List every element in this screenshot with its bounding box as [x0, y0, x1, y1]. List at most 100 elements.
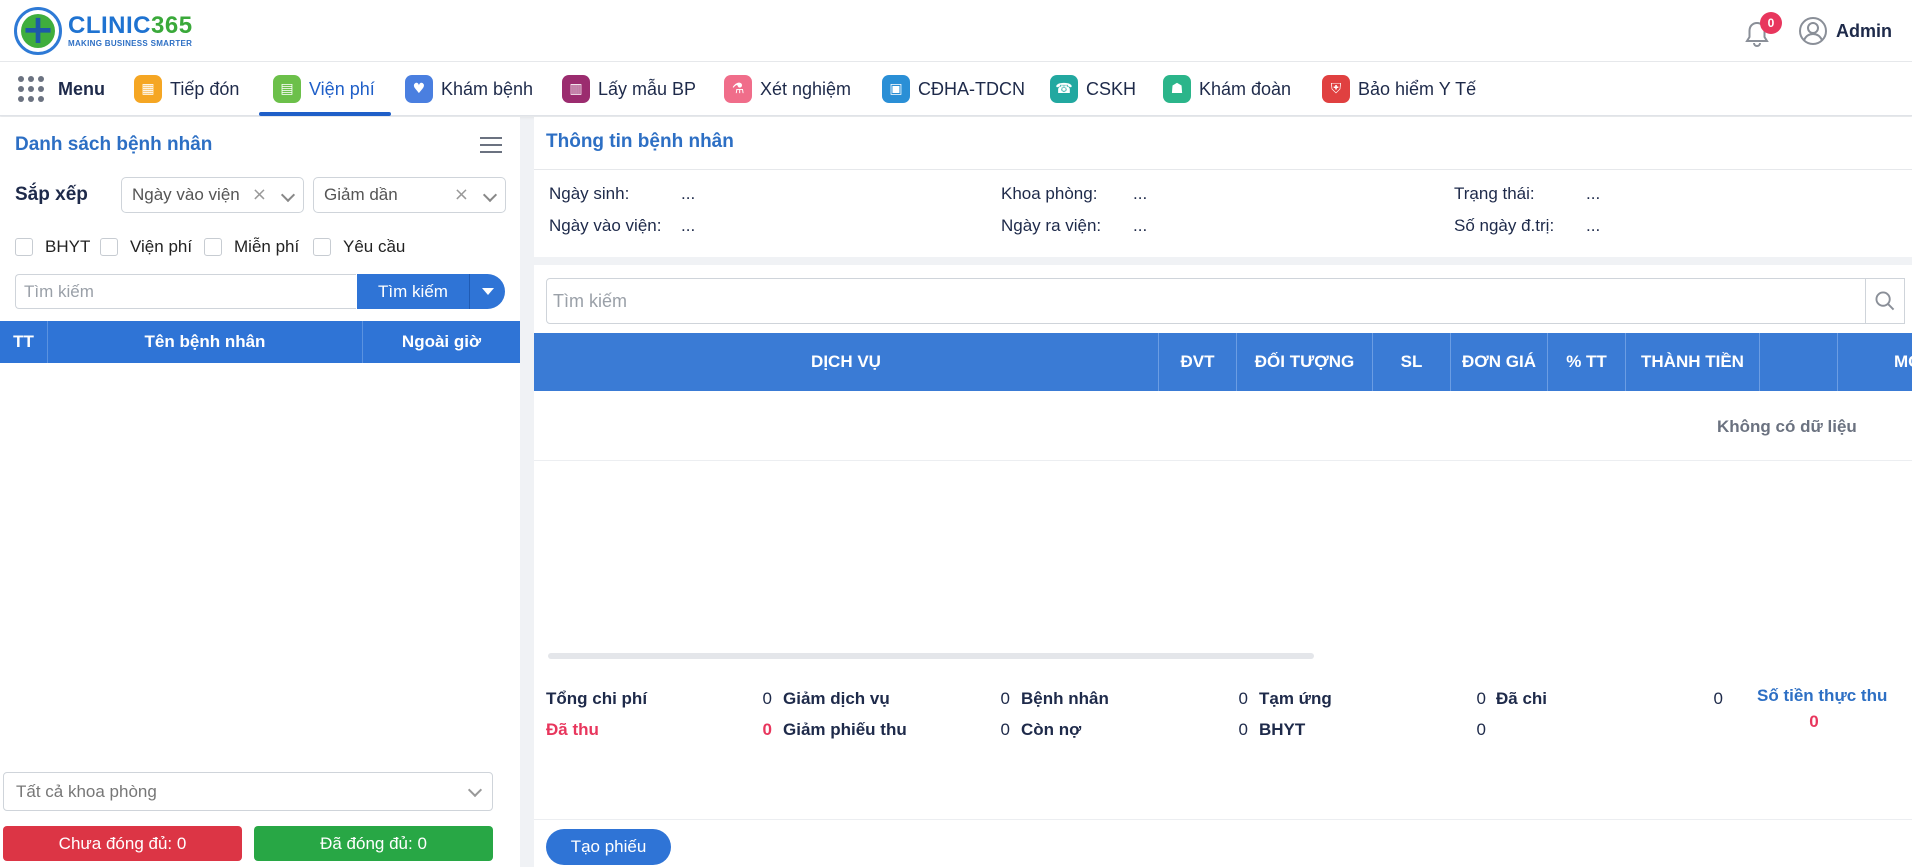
spent-value: 0 [1713, 689, 1723, 708]
shield-icon: ⛨ [1322, 75, 1350, 103]
col-amount[interactable]: THÀNH TIỀN [1626, 333, 1760, 391]
imaging-icon: ▣ [882, 75, 910, 103]
clear-icon[interactable]: × [252, 178, 267, 212]
notification-count-badge: 0 [1760, 12, 1782, 34]
apps-grid-icon [18, 76, 44, 102]
actual-collected-label: Số tiền thực thu [1757, 686, 1888, 705]
receipt-discount-label: Giảm phiếu thu [783, 720, 907, 739]
search-options-dropdown[interactable] [469, 274, 505, 309]
dept-value: ... [1133, 184, 1148, 203]
patient-list-title: Danh sách bệnh nhân [15, 134, 213, 155]
nav-lay-mau[interactable]: ▥ Lấy mẫu BP [562, 62, 696, 116]
service-table-header: DỊCH VỤ ĐVT ĐỐI TƯỢNG SL ĐƠN GIÁ % TT TH… [534, 333, 1912, 391]
discharge-date-label: Ngày ra viện: [1001, 216, 1102, 235]
checkbox[interactable] [313, 238, 331, 256]
col-mg[interactable]: MG [1838, 333, 1912, 391]
filter-vien-phi[interactable]: Viện phí [100, 237, 192, 257]
status-value: ... [1586, 184, 1601, 203]
treatment-days-label: Số ngày đ.trị: [1454, 216, 1555, 235]
clear-icon[interactable]: × [454, 178, 469, 212]
user-avatar-icon[interactable] [1798, 16, 1828, 46]
sample-icon: ▥ [562, 75, 590, 103]
col-object[interactable]: ĐỐI TƯỢNG [1237, 333, 1373, 391]
service-search-input[interactable]: Tìm kiếm [546, 278, 1875, 324]
col-tt[interactable]: TT [0, 321, 48, 363]
phone-icon: ☎ [1050, 75, 1078, 103]
actual-collected-value: 0 [1809, 712, 1819, 731]
patient-search-button[interactable]: Tìm kiếm [357, 274, 469, 309]
sort-label: Sắp xếp [15, 184, 88, 205]
debt-value: 0 [1238, 720, 1248, 739]
nav-xet-nghiem[interactable]: ⚗ Xét nghiệm [724, 62, 851, 116]
col-unit[interactable]: ĐVT [1159, 333, 1237, 391]
total-cost-value: 0 [762, 689, 772, 708]
group-icon: ☗ [1163, 75, 1191, 103]
filter-mien-phi[interactable]: Miễn phí [204, 237, 299, 257]
sort-field-select[interactable]: Ngày vào viện × [121, 177, 304, 213]
checkbox[interactable] [204, 238, 222, 256]
chevron-down-icon [482, 187, 498, 203]
nav-cskh[interactable]: ☎ CSKH [1050, 62, 1136, 116]
nav-vien-phi[interactable]: ▤ Viện phí [259, 62, 391, 116]
billing-icon: ▤ [273, 75, 301, 103]
col-blank[interactable] [1760, 333, 1838, 391]
treatment-days-value: ... [1586, 216, 1601, 235]
checkbox[interactable] [15, 238, 33, 256]
patient-info-title: Thông tin bệnh nhân [546, 131, 734, 152]
col-patient-name[interactable]: Tên bệnh nhân [48, 321, 363, 363]
chevron-down-icon [280, 187, 296, 203]
empty-state-text: Không có dữ liệu [1717, 417, 1857, 436]
hamburger-menu-icon[interactable] [480, 137, 502, 155]
collected-label: Đã thu [546, 720, 599, 739]
sort-order-select[interactable]: Giảm dần × [313, 177, 506, 213]
patient-list-panel: Danh sách bệnh nhân Sắp xếp Ngày vào việ… [0, 117, 520, 867]
top-header: CLINIC365 MAKING BUSINESS SMARTER 0 Admi… [0, 0, 1912, 62]
stethoscope-icon: ♥ [405, 75, 433, 103]
filter-yeu-cau[interactable]: Yêu cầu [313, 237, 405, 257]
patient-search-input[interactable]: Tìm kiếm [15, 274, 356, 309]
bhyt-value: 0 [1476, 720, 1486, 739]
logo-cross-icon [14, 7, 62, 55]
nav-kham-doan[interactable]: ☗ Khám đoàn [1163, 62, 1291, 116]
patient-table-header: TT Tên bệnh nhân Ngoài giờ [0, 321, 520, 363]
status-label: Trạng thái: [1454, 184, 1535, 203]
nav-bao-hiem[interactable]: ⛨ Bảo hiểm Y Tế [1322, 62, 1476, 116]
main-nav: Menu ▦ Tiếp đón ▤ Viện phí ♥ Khám bệnh ▥… [0, 62, 1912, 116]
logo-tagline: MAKING BUSINESS SMARTER [68, 39, 193, 48]
horizontal-scrollbar[interactable] [548, 653, 1314, 659]
col-unit-price[interactable]: ĐƠN GIÁ [1451, 333, 1548, 391]
collected-value: 0 [762, 720, 772, 739]
nav-cdha[interactable]: ▣ CĐHA-TDCN [882, 62, 1025, 116]
filter-bhyt[interactable]: BHYT [15, 237, 90, 257]
patient-pay-value: 0 [1238, 689, 1248, 708]
chevron-down-icon [467, 782, 483, 798]
total-cost-label: Tổng chi phí [546, 689, 648, 708]
bhyt-label: BHYT [1259, 720, 1306, 739]
nav-tiep-don[interactable]: ▦ Tiếp đón [134, 62, 239, 116]
service-panel: Tìm kiếm DỊCH VỤ ĐVT ĐỐI TƯỢNG SL ĐƠN GI… [534, 265, 1912, 867]
department-select[interactable]: Tất cả khoa phòng [3, 772, 493, 811]
spent-label: Đã chi [1496, 689, 1548, 708]
clinic-logo[interactable]: CLINIC365 MAKING BUSINESS SMARTER [14, 6, 234, 56]
paid-filter-button[interactable]: Đã đóng đủ: 0 [254, 826, 493, 861]
nav-menu[interactable]: Menu [18, 62, 105, 116]
patient-pay-label: Bệnh nhân [1021, 689, 1109, 708]
checkbox[interactable] [100, 238, 118, 256]
microscope-icon: ⚗ [724, 75, 752, 103]
col-quantity[interactable]: SL [1373, 333, 1451, 391]
nav-menu-label: Menu [58, 78, 105, 99]
receipt-discount-value: 0 [1000, 720, 1010, 739]
col-service[interactable]: DỊCH VỤ [534, 333, 1159, 391]
search-icon[interactable] [1865, 278, 1905, 324]
advance-label: Tạm ứng [1259, 689, 1332, 708]
create-receipt-button[interactable]: Tạo phiếu [546, 829, 671, 865]
admit-date-label: Ngày vào viện: [549, 216, 662, 235]
dept-label: Khoa phòng: [1001, 184, 1098, 203]
user-name[interactable]: Admin [1836, 21, 1892, 42]
col-percent[interactable]: % TT [1548, 333, 1626, 391]
nav-kham-benh[interactable]: ♥ Khám bệnh [405, 62, 533, 116]
unpaid-filter-button[interactable]: Chưa đóng đủ: 0 [3, 826, 242, 861]
service-discount-value: 0 [1000, 689, 1010, 708]
logo-name: CLINIC365 [68, 12, 193, 39]
col-after-hours[interactable]: Ngoài giờ [363, 321, 520, 363]
